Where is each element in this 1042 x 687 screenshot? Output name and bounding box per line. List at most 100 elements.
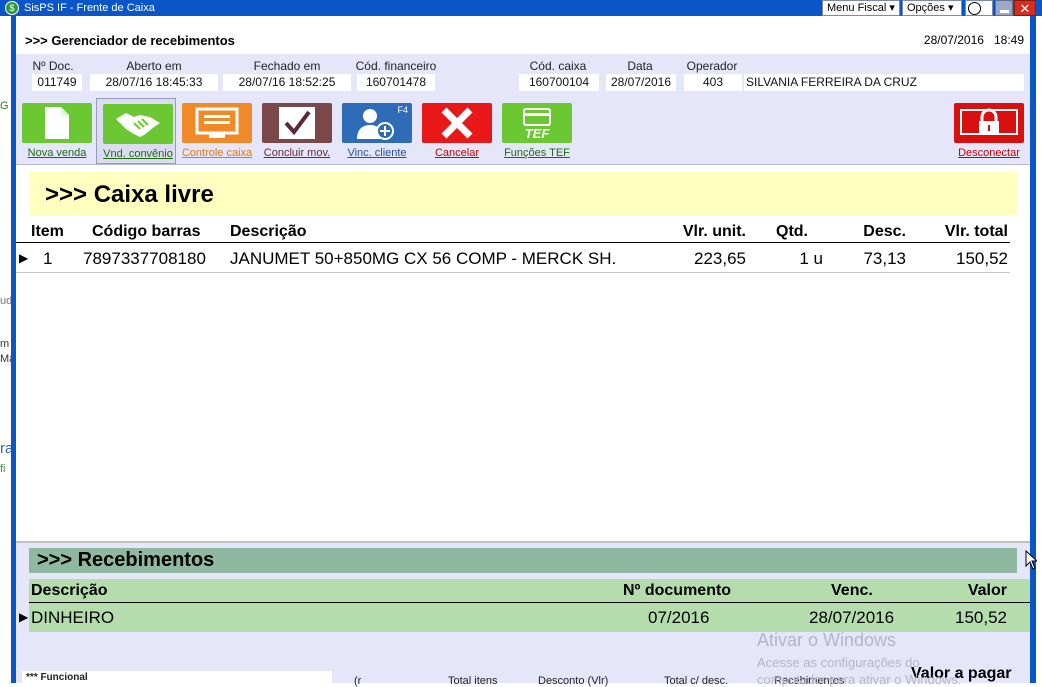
chevron-down-icon: ▾: [947, 2, 954, 14]
tef-badge: TEF: [524, 125, 550, 141]
mouse-cursor-icon: [1025, 550, 1037, 570]
discount-label: Desconto (Vlr): [538, 675, 609, 687]
footer-label: (r: [354, 675, 362, 687]
col-header-description: Descrição: [230, 223, 307, 240]
opcoes-label: Opções: [907, 2, 945, 14]
desconectar-label: Desconectar: [958, 147, 1020, 159]
vinc-cliente-button[interactable]: F4 Vinc. cliente: [336, 98, 416, 164]
app-logo-icon: $: [5, 1, 19, 15]
operator-code: 403: [684, 74, 742, 91]
col-header-discount: Desc.: [863, 223, 906, 240]
window-titlebar[interactable]: $ SisPS IF - Frente de Caixa Menu Fiscal…: [0, 0, 1042, 16]
document-icon: [22, 103, 92, 143]
minimize-icon: [1000, 10, 1009, 13]
item-quantity: 1 u: [799, 249, 823, 268]
opened-at-value: 28/07/16 18:45:33: [90, 74, 218, 91]
close-x-icon: [422, 103, 492, 143]
funcional-panel-title: *** Funcional: [26, 672, 88, 683]
cash-code-value: 160700104: [519, 74, 599, 91]
cash-code-label: Cód. caixa: [529, 59, 587, 73]
item-number: 1: [43, 249, 53, 268]
activation-watermark-title: Ativar o Windows: [757, 630, 897, 650]
operator-label: Operador: [686, 59, 738, 73]
cancelar-button[interactable]: Cancelar: [416, 98, 496, 164]
menu-fiscal-button[interactable]: Menu Fiscal ▾: [822, 0, 900, 16]
controle-caixa-label: Controle caixa: [181, 147, 253, 159]
total-with-discount-label: Total c/ desc.: [664, 675, 729, 687]
chevron-down-icon: ▾: [981, 2, 987, 14]
recebimentos-table-header: Descrição Nº documento Venc. Valor: [29, 579, 1030, 603]
desconectar-button[interactable]: Desconectar: [948, 98, 1028, 164]
cancelar-label: Cancelar: [434, 147, 480, 159]
help-icon: ?: [968, 2, 981, 15]
item-barcode: 7897337708180: [83, 249, 206, 268]
item-description: JANUMET 50+850MG CX 56 COMP - MERCK SH.: [230, 249, 617, 268]
doc-number-label: Nº Doc.: [32, 59, 74, 73]
caixa-status-title: >>> Caixa livre: [45, 181, 214, 208]
funcoes-tef-label: Funções TEF: [504, 147, 570, 159]
controle-caixa-button[interactable]: Controle caixa: [176, 98, 256, 164]
header-time: 18:49: [993, 33, 1024, 47]
minimize-button[interactable]: [995, 0, 1013, 16]
item-discount: 73,13: [863, 249, 906, 268]
vinc-cliente-label: Vinc. cliente: [347, 147, 407, 159]
header-datetime: 28/07/2016 18:49: [924, 33, 1024, 47]
card-terminal-icon: TEF: [502, 103, 572, 143]
doc-number-value: 011749: [32, 74, 82, 91]
closed-at-label: Fechado em: [253, 59, 321, 73]
nova-venda-button[interactable]: Nova venda: [16, 98, 96, 164]
background-text: m: [0, 338, 10, 350]
financial-code-value: 160701478: [357, 74, 435, 91]
page-title: >>> Gerenciador de recebimentos: [25, 33, 235, 48]
opcoes-button[interactable]: Opções ▾: [902, 0, 962, 16]
activation-watermark-text: computador para ativar o Windows.: [757, 672, 962, 687]
table-row[interactable]: ▶ 1 7897337708180 JANUMET 50+850MG CX 56…: [16, 245, 1010, 273]
add-user-icon: F4: [342, 103, 412, 143]
background-text: G: [0, 100, 9, 112]
opened-at-label: Aberto em: [126, 59, 182, 73]
table-row[interactable]: ▶ DINHEIRO 07/2016 28/07/2016 150,52: [19, 603, 1030, 632]
total-items-label: Total itens: [448, 675, 498, 687]
row-pointer-icon: ▶: [19, 610, 29, 624]
close-icon: ✕: [1019, 1, 1031, 16]
caixa-status-banner: >>> Caixa livre: [29, 172, 1017, 215]
background-text: fi: [0, 463, 6, 475]
vnd-convenio-button[interactable]: Vnd. convênio: [96, 98, 176, 164]
handshake-icon: [103, 104, 173, 144]
recv-value: 150,52: [955, 608, 1007, 627]
date-value: 28/07/2016: [606, 74, 676, 91]
col-header-value: Valor: [967, 582, 1007, 599]
col-header-recv-description: Descrição: [31, 582, 108, 599]
header-date: 28/07/2016: [923, 33, 984, 47]
col-header-barcode: Código barras: [92, 223, 201, 240]
row-pointer-icon: ▶: [19, 251, 29, 265]
item-total: 150,52: [956, 249, 1008, 268]
concluir-mov-button[interactable]: Concluir mov.: [256, 98, 336, 164]
recv-document-number: 07/2016: [648, 608, 710, 627]
close-button[interactable]: ✕: [1014, 0, 1036, 16]
help-button[interactable]: ? ▾: [965, 0, 993, 16]
vnd-convenio-label: Vnd. convênio: [103, 148, 173, 160]
col-header-document-number: Nº documento: [623, 582, 732, 599]
recebimentos-table: Descrição Nº documento Venc. Valor ▶ DIN…: [19, 579, 1030, 632]
funcoes-tef-button[interactable]: TEF Funções TEF: [496, 98, 576, 164]
recv-due-date: 28/07/2016: [809, 608, 895, 627]
date-label: Data: [627, 59, 653, 73]
window-title: SisPS IF - Frente de Caixa: [24, 2, 155, 14]
closed-at-value: 28/07/16 18:52:25: [223, 74, 351, 91]
recebimentos-banner: >>> Recebimentos: [29, 548, 1017, 573]
document-info-bar: Nº Doc. 011749 Aberto em 28/07/16 18:45:…: [16, 54, 1030, 98]
menu-fiscal-label: Menu Fiscal: [827, 2, 887, 14]
col-header-unit-price: Vlr. unit.: [682, 223, 746, 240]
col-header-due-date: Venc.: [831, 582, 873, 599]
window-frame-right: [1030, 16, 1036, 683]
lock-icon: [954, 103, 1024, 143]
activation-watermark-text: Acesse as configurações do: [757, 655, 920, 670]
register-screen-icon: [182, 103, 252, 143]
col-header-item: Item: [31, 223, 64, 240]
col-header-total: Vlr. total: [944, 223, 1008, 240]
items-table-header: Item Código barras Descrição Vlr. unit. …: [16, 222, 1010, 243]
item-unit-price: 223,65: [694, 249, 746, 268]
recebimentos-title: >>> Recebimentos: [37, 549, 215, 571]
sale-panel: >>> Caixa livre Item Código barras Descr…: [16, 165, 1030, 541]
